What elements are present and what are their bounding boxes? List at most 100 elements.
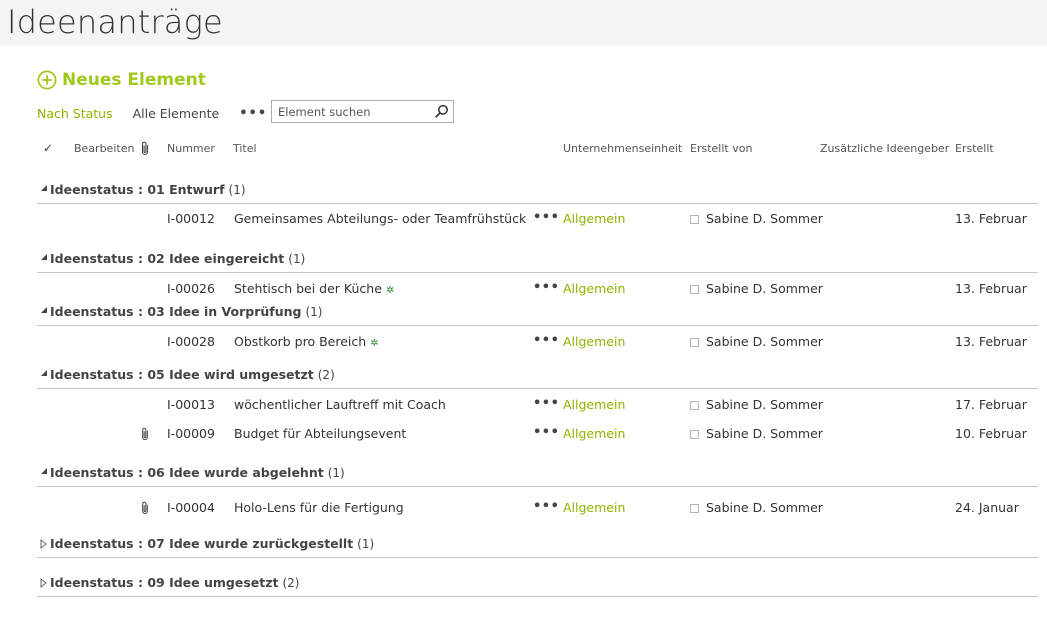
item-created-by[interactable]: Sabine D. Sommer: [706, 500, 823, 515]
list-item[interactable]: I-00009 Budget für Abteilungsevent ••• A…: [37, 423, 1038, 447]
item-more-button[interactable]: •••: [533, 425, 559, 440]
column-header-created[interactable]: Erstellt: [955, 142, 994, 160]
item-unit[interactable]: Allgemein: [563, 334, 625, 349]
item-unit[interactable]: Allgemein: [563, 426, 625, 441]
group-count: (1): [288, 252, 306, 266]
presence-checkbox: [690, 285, 699, 294]
group-header[interactable]: Ideenstatus : 01 Entwurf (1): [37, 182, 1038, 204]
plus-circle-icon: [37, 70, 57, 90]
item-created: 13. Februar: [955, 281, 1027, 296]
item-created-by[interactable]: Sabine D. Sommer: [706, 426, 823, 441]
item-created-by[interactable]: Sabine D. Sommer: [706, 281, 823, 296]
group-header[interactable]: Ideenstatus : 05 Idee wird umgesetzt (2): [37, 367, 1038, 389]
item-title[interactable]: Budget für Abteilungsevent: [234, 426, 406, 441]
item-number: I-00009: [167, 426, 215, 441]
list-item[interactable]: I-00028 Obstkorb pro Bereich ✲ ••• Allgem…: [37, 331, 1038, 355]
view-by-status[interactable]: Nach Status: [37, 106, 113, 121]
item-number: I-00013: [167, 397, 215, 412]
column-header-title[interactable]: Titel: [233, 142, 257, 160]
list-item[interactable]: I-00012 Gemeinsames Abteilungs- oder Tea…: [37, 208, 1038, 232]
new-item-icon: ✲: [385, 285, 395, 296]
item-created: 24. Januar: [955, 500, 1019, 515]
expand-triangle-icon[interactable]: [40, 578, 47, 588]
item-more-button[interactable]: •••: [533, 333, 559, 348]
group-count: (2): [317, 368, 335, 382]
search-input[interactable]: [272, 101, 430, 122]
presence-checkbox: [690, 338, 699, 347]
item-more-button[interactable]: •••: [533, 499, 559, 514]
view-selector: Nach Status Alle Elemente •••: [37, 104, 287, 122]
search-box: [271, 100, 454, 123]
attachment-icon: [142, 427, 148, 441]
group-label: Ideenstatus : 01 Entwurf: [50, 182, 225, 197]
page-title: Ideenanträge: [7, 3, 223, 41]
group-count: (2): [282, 576, 300, 590]
item-created-by[interactable]: Sabine D. Sommer: [706, 211, 823, 226]
group-count: (1): [305, 305, 323, 319]
collapse-triangle-icon[interactable]: [41, 254, 47, 260]
group-header[interactable]: Ideenstatus : 06 Idee wurde abgelehnt (1…: [37, 465, 1038, 487]
column-header-created-by[interactable]: Erstellt von: [690, 142, 752, 160]
group-label: Ideenstatus : 05 Idee wird umgesetzt: [50, 367, 314, 382]
collapse-triangle-icon[interactable]: [41, 370, 47, 376]
item-title[interactable]: Stehtisch bei der Küche: [234, 281, 382, 296]
item-more-button[interactable]: •••: [533, 210, 559, 225]
presence-checkbox: [690, 430, 699, 439]
group-count: (1): [327, 466, 345, 480]
collapse-triangle-icon[interactable]: [41, 185, 47, 191]
presence-checkbox: [690, 215, 699, 224]
item-unit[interactable]: Allgemein: [563, 500, 625, 515]
item-created: 17. Februar: [955, 397, 1027, 412]
column-header-additional-contributors[interactable]: Zusätzliche Ideengeber: [820, 142, 949, 160]
more-views-button[interactable]: •••: [239, 106, 267, 121]
item-unit[interactable]: Allgemein: [563, 211, 625, 226]
column-header-edit[interactable]: Bearbeiten: [74, 142, 134, 160]
group-count: (1): [357, 537, 375, 551]
column-header-number[interactable]: Nummer: [167, 142, 215, 160]
search-icon[interactable]: [434, 104, 449, 119]
group-label: Ideenstatus : 02 Idee eingereicht: [50, 251, 285, 266]
list-item[interactable]: I-00013 wöchentlicher Lauftreff mit Coac…: [37, 394, 1038, 418]
item-created: 10. Februar: [955, 426, 1027, 441]
new-item-icon: ✲: [370, 338, 379, 349]
list-item[interactable]: I-00026 Stehtisch bei der Küche ✲ ••• All…: [37, 278, 1038, 302]
attachment-column-icon[interactable]: [140, 141, 150, 156]
group-header[interactable]: Ideenstatus : 02 Idee eingereicht (1): [37, 251, 1038, 273]
group-label: Ideenstatus : 07 Idee wurde zurückgestel…: [50, 536, 354, 551]
item-title[interactable]: Holo-Lens für die Fertigung: [234, 500, 404, 515]
item-unit[interactable]: Allgemein: [563, 281, 625, 296]
group-header[interactable]: Ideenstatus : 07 Idee wurde zurückgestel…: [37, 536, 1038, 558]
item-unit[interactable]: Allgemein: [563, 397, 625, 412]
view-all-items[interactable]: Alle Elemente: [133, 106, 220, 121]
item-more-button[interactable]: •••: [533, 280, 559, 295]
expand-triangle-icon[interactable]: [40, 539, 47, 549]
item-title[interactable]: Obstkorb pro Bereich: [234, 334, 366, 349]
group-header[interactable]: Ideenstatus : 09 Idee umgesetzt (2): [37, 575, 1038, 597]
group-label: Ideenstatus : 06 Idee wurde abgelehnt: [50, 465, 324, 480]
new-item-label: Neues Element: [62, 70, 206, 90]
new-item-button[interactable]: Neues Element: [37, 69, 206, 91]
title-bar: Ideenanträge: [0, 0, 1047, 46]
item-created: 13. Februar: [955, 334, 1027, 349]
item-title[interactable]: Gemeinsames Abteilungs- oder Teamfrühstü…: [234, 211, 526, 226]
item-more-button[interactable]: •••: [533, 396, 559, 411]
item-title[interactable]: wöchentlicher Lauftreff mit Coach: [234, 397, 446, 412]
item-number: I-00028: [167, 334, 215, 349]
column-header-unit[interactable]: Unternehmenseinheit: [563, 142, 682, 160]
collapse-triangle-icon[interactable]: [41, 468, 47, 474]
item-number: I-00012: [167, 211, 215, 226]
group-label: Ideenstatus : 09 Idee umgesetzt: [50, 575, 279, 590]
item-created-by[interactable]: Sabine D. Sommer: [706, 334, 823, 349]
item-created-by[interactable]: Sabine D. Sommer: [706, 397, 823, 412]
group-header[interactable]: Ideenstatus : 03 Idee in Vorprüfung (1): [37, 304, 1038, 326]
presence-checkbox: [690, 504, 699, 513]
item-number: I-00004: [167, 500, 215, 515]
presence-checkbox: [690, 401, 699, 410]
item-created: 13. Februar: [955, 211, 1027, 226]
group-count: (1): [228, 183, 246, 197]
attachment-icon: [142, 501, 148, 515]
item-number: I-00026: [167, 281, 215, 296]
list-item[interactable]: I-00004 Holo-Lens für die Fertigung ••• …: [37, 497, 1038, 521]
collapse-triangle-icon[interactable]: [41, 307, 47, 313]
select-all-checkmark[interactable]: ✓: [43, 141, 53, 159]
